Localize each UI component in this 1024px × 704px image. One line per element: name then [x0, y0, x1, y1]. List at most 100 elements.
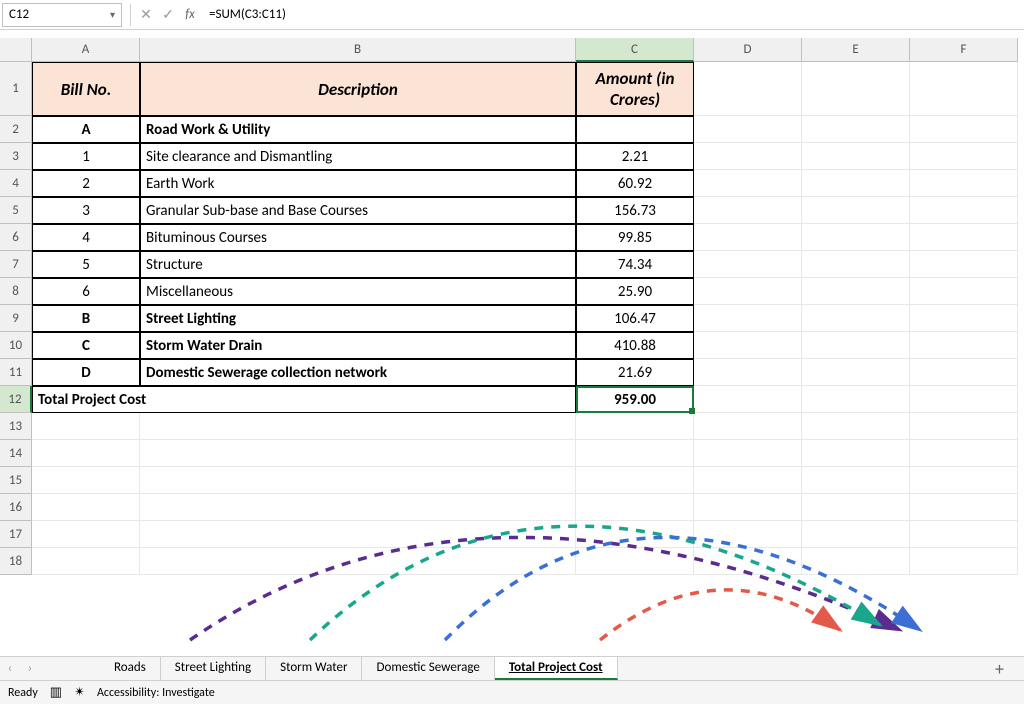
total-label[interactable]: Total Project Cost [32, 386, 576, 413]
cell[interactable]: Structure [140, 251, 576, 278]
cell[interactable] [802, 116, 910, 143]
row-header[interactable]: 17 [0, 521, 32, 548]
cell[interactable] [802, 440, 910, 467]
cell[interactable] [910, 278, 1018, 305]
cell[interactable] [32, 467, 140, 494]
row-header[interactable]: 7 [0, 251, 32, 278]
cell[interactable] [910, 62, 1018, 116]
cell[interactable] [910, 143, 1018, 170]
cell[interactable] [802, 359, 910, 386]
enter-icon[interactable]: ✓ [157, 4, 179, 26]
accessibility-icon[interactable]: ✴ [74, 685, 85, 700]
cell[interactable] [802, 224, 910, 251]
cell[interactable] [576, 440, 694, 467]
cell[interactable]: 99.85 [576, 224, 694, 251]
cell[interactable] [694, 116, 802, 143]
chevron-down-icon[interactable]: ▾ [110, 8, 115, 21]
sheet-tab[interactable]: Total Project Cost [495, 657, 618, 680]
sheet-tab[interactable]: Roads [100, 657, 161, 680]
cell[interactable] [910, 548, 1018, 575]
name-box[interactable]: C12 ▾ [2, 3, 122, 27]
cell[interactable] [694, 62, 802, 116]
col-header-E[interactable]: E [802, 38, 910, 62]
spreadsheet-grid[interactable]: ABCDEF 1Bill No.DescriptionAmount (in Cr… [0, 38, 1024, 656]
cell[interactable] [32, 440, 140, 467]
col-header-A[interactable]: A [32, 38, 140, 62]
cell[interactable] [910, 305, 1018, 332]
cell[interactable]: 21.69 [576, 359, 694, 386]
cell[interactable] [576, 467, 694, 494]
cell[interactable]: Storm Water Drain [140, 332, 576, 359]
cell[interactable] [140, 467, 576, 494]
cell[interactable] [140, 521, 576, 548]
cell[interactable]: 60.92 [576, 170, 694, 197]
row-header[interactable]: 4 [0, 170, 32, 197]
cell[interactable] [140, 548, 576, 575]
cell[interactable] [694, 278, 802, 305]
cell[interactable] [802, 170, 910, 197]
row-header[interactable]: 14 [0, 440, 32, 467]
sheet-tab[interactable]: Street Lighting [161, 657, 266, 680]
cell[interactable] [694, 332, 802, 359]
cell[interactable] [694, 494, 802, 521]
cell[interactable] [694, 359, 802, 386]
cell[interactable] [802, 494, 910, 521]
row-header[interactable]: 11 [0, 359, 32, 386]
cell[interactable] [802, 197, 910, 224]
cell[interactable]: 2.21 [576, 143, 694, 170]
cell[interactable]: Granular Sub-base and Base Courses [140, 197, 576, 224]
cell[interactable] [802, 251, 910, 278]
cell[interactable]: Bituminous Courses [140, 224, 576, 251]
cell[interactable]: 5 [32, 251, 140, 278]
cell[interactable]: 25.90 [576, 278, 694, 305]
cell[interactable] [694, 440, 802, 467]
cell[interactable] [694, 413, 802, 440]
cell[interactable] [576, 413, 694, 440]
col-header-D[interactable]: D [694, 38, 802, 62]
col-header-B[interactable]: B [140, 38, 576, 62]
cell[interactable]: 6 [32, 278, 140, 305]
tab-prev-icon[interactable]: ‹ [0, 661, 20, 676]
cell[interactable] [910, 224, 1018, 251]
cell[interactable] [694, 386, 802, 413]
tab-next-icon[interactable]: › [20, 661, 40, 676]
cell[interactable]: Miscellaneous [140, 278, 576, 305]
row-header[interactable]: 8 [0, 278, 32, 305]
row-header[interactable]: 3 [0, 143, 32, 170]
total-value[interactable]: 959.00 [576, 386, 694, 413]
cell[interactable] [576, 494, 694, 521]
cell[interactable] [910, 440, 1018, 467]
cell[interactable]: B [32, 305, 140, 332]
cell[interactable] [576, 548, 694, 575]
row-header[interactable]: 1 [0, 62, 32, 116]
row-header[interactable]: 18 [0, 548, 32, 575]
cell[interactable] [694, 224, 802, 251]
cell[interactable] [694, 251, 802, 278]
select-all-corner[interactable] [0, 38, 32, 62]
cell[interactable] [802, 143, 910, 170]
col-header-C[interactable]: C [576, 38, 694, 62]
cell[interactable] [694, 170, 802, 197]
add-sheet-icon[interactable]: + [995, 658, 1004, 680]
cell[interactable]: 156.73 [576, 197, 694, 224]
stats-icon[interactable]: ▥ [50, 685, 62, 700]
cell[interactable]: Bill No. [32, 62, 140, 116]
cell[interactable] [802, 62, 910, 116]
cell[interactable] [910, 251, 1018, 278]
cell[interactable]: 410.88 [576, 332, 694, 359]
cell[interactable]: 4 [32, 224, 140, 251]
cell[interactable] [694, 467, 802, 494]
cell[interactable] [694, 521, 802, 548]
cell[interactable]: 106.47 [576, 305, 694, 332]
cell[interactable] [910, 494, 1018, 521]
cell[interactable] [910, 332, 1018, 359]
row-header[interactable]: 2 [0, 116, 32, 143]
cell[interactable] [910, 413, 1018, 440]
cell[interactable] [140, 494, 576, 521]
cell[interactable]: Description [140, 62, 576, 116]
cell[interactable] [576, 116, 694, 143]
formula-input[interactable]: =SUM(C3:C11) [201, 3, 1024, 27]
cell[interactable] [694, 197, 802, 224]
row-header[interactable]: 9 [0, 305, 32, 332]
fx-icon[interactable]: fx [179, 4, 201, 26]
